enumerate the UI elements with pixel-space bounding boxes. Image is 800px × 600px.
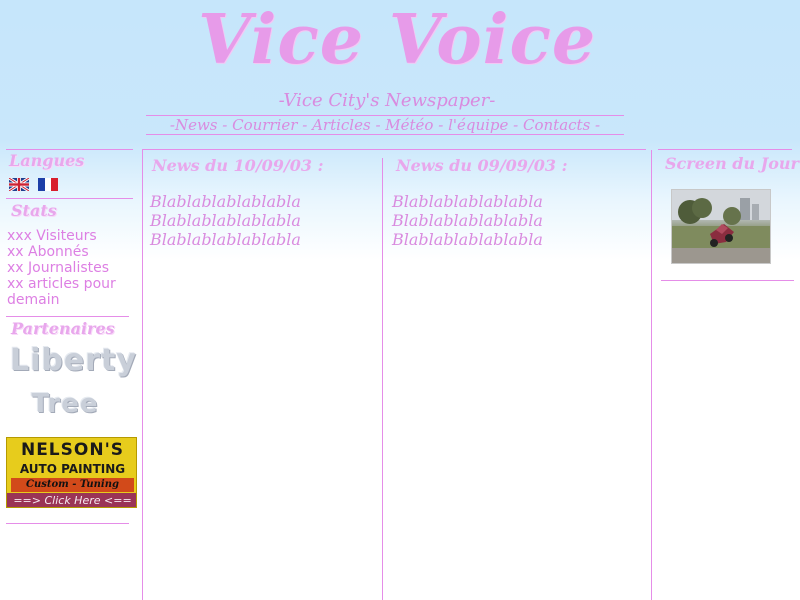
stat-articles: xx articles pour demain: [7, 276, 116, 308]
ad-click-here[interactable]: ==> Click Here <==: [7, 493, 136, 507]
langues-rule: [6, 198, 133, 199]
news-heading-2: News du 09/09/03 :: [396, 156, 568, 175]
nelsons-auto-painting-banner[interactable]: NELSON'S AUTO PAINTING Custom - Tuning =…: [6, 437, 137, 508]
news-heading-1: News du 10/09/03 :: [152, 156, 324, 175]
main-nav: -News - Courrier - Articles - Météo - l'…: [169, 116, 601, 134]
news-body-1: Blablablablablabla Blablablablablabla Bl…: [150, 192, 301, 249]
screen-du-jour-heading: Screen du Jour: [665, 154, 799, 173]
news-line: Blablablablablabla: [150, 230, 301, 249]
nav-link-contacts[interactable]: Contacts: [523, 116, 590, 134]
news-line: Blablablablablabla: [392, 192, 543, 211]
nav-link-articles[interactable]: Articles: [312, 116, 371, 134]
news-line: Blablablablablabla: [150, 192, 301, 211]
site-subtitle: -Vice City's Newspaper-: [278, 90, 496, 111]
ad-subtitle: AUTO PAINTING: [19, 462, 126, 476]
nav-link-courrier[interactable]: Courrier: [232, 116, 297, 134]
uk-flag-icon[interactable]: [9, 178, 29, 191]
stat-visiteurs: xxx Visiteurs: [7, 228, 97, 244]
ad-title: NELSON'S: [20, 440, 125, 460]
news-body-2: Blablablablablabla Blablablablablabla Bl…: [392, 192, 543, 249]
left-top-rule: [6, 149, 133, 150]
right-column-divider: [651, 150, 652, 600]
screen-rule: [661, 280, 794, 281]
stat-abonnes: xx Abonnés: [7, 244, 89, 260]
left-column-divider: [142, 150, 143, 600]
site-title: Vice Voice: [198, 0, 597, 80]
partners-rule: [6, 523, 129, 524]
stats-rule: [6, 316, 129, 317]
nav-link-equipe[interactable]: l'équipe: [448, 116, 508, 134]
langues-heading: Langues: [9, 151, 85, 170]
ad-tagline: Custom - Tuning: [11, 478, 134, 492]
screen-du-jour-image[interactable]: [671, 189, 771, 264]
stats-heading: Stats: [11, 201, 57, 220]
right-top-rule: [658, 149, 792, 150]
liberty-tree-logo-line1[interactable]: Liberty: [10, 343, 136, 379]
nav-link-meteo[interactable]: Météo: [385, 116, 433, 134]
liberty-tree-logo-line2[interactable]: Tree: [10, 388, 120, 420]
center-top-rule: [142, 149, 646, 150]
stat-journalistes: xx Journalistes: [7, 260, 110, 276]
france-flag-icon[interactable]: [38, 178, 58, 191]
partenaires-heading: Partenaires: [11, 319, 115, 338]
nav-link-news[interactable]: News: [175, 116, 218, 134]
news-line: Blablablablablabla: [392, 211, 543, 230]
nav-bottom-rule: [146, 134, 624, 135]
stats-list: xxx Visiteurs xx Abonnés xx Journalistes…: [7, 228, 137, 308]
center-column-divider: [382, 158, 383, 600]
news-line: Blablablablablabla: [150, 211, 301, 230]
news-line: Blablablablablabla: [392, 230, 543, 249]
